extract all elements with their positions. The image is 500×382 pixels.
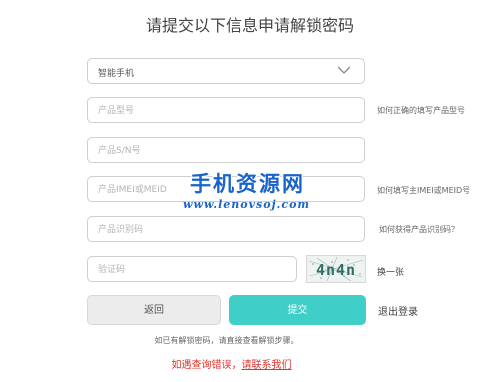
product-id-input[interactable] <box>88 218 364 242</box>
sn-field-wrapper <box>87 137 365 163</box>
model-input[interactable] <box>88 99 364 123</box>
submit-button[interactable]: 提交 <box>229 295 366 325</box>
chevron-down-icon <box>337 66 351 74</box>
imei-help-link[interactable]: 如何填写主IMEI或MEID号 <box>377 185 470 196</box>
error-contact-line: 如遇查询错误，请联系我们 <box>0 356 463 371</box>
model-field-wrapper <box>87 97 365 123</box>
device-type-value: 智能手机 <box>98 69 135 79</box>
model-help-link[interactable]: 如何正确的填写产品型号 <box>377 105 465 116</box>
product-id-field-wrapper <box>87 216 365 242</box>
contact-us-link[interactable]: 请联系我们 <box>242 360 292 371</box>
page-title: 请提交以下信息申请解锁密码 <box>145 16 354 35</box>
captcha-image[interactable]: 4n4n <box>306 255 366 283</box>
unlock-steps-note: 如已有解锁密码，请直接查看解锁步骤。 <box>154 336 299 345</box>
watermark-logo: 手机资源网 www.lenovsoj.com <box>183 168 323 218</box>
product-id-help-link[interactable]: 如何获得产品识别码？ <box>379 224 459 235</box>
device-type-select[interactable]: 智能手机 <box>87 58 365 84</box>
watermark-line1: 手机资源网 <box>190 172 305 196</box>
captcha-refresh-link[interactable]: 换一张 <box>377 265 404 278</box>
error-prefix: 如遇查询错误， <box>171 360 242 371</box>
sn-input[interactable] <box>88 139 364 163</box>
captcha-input[interactable] <box>88 258 296 282</box>
back-button[interactable]: 返回 <box>87 295 221 325</box>
captcha-field-wrapper <box>87 256 297 282</box>
logout-link[interactable]: 退出登录 <box>378 303 418 318</box>
captcha-text: 4n4n <box>316 261 356 279</box>
watermark-line2: www.lenovsoj.com <box>183 198 311 211</box>
captcha-noise-graphic: 4n4n <box>307 256 365 282</box>
